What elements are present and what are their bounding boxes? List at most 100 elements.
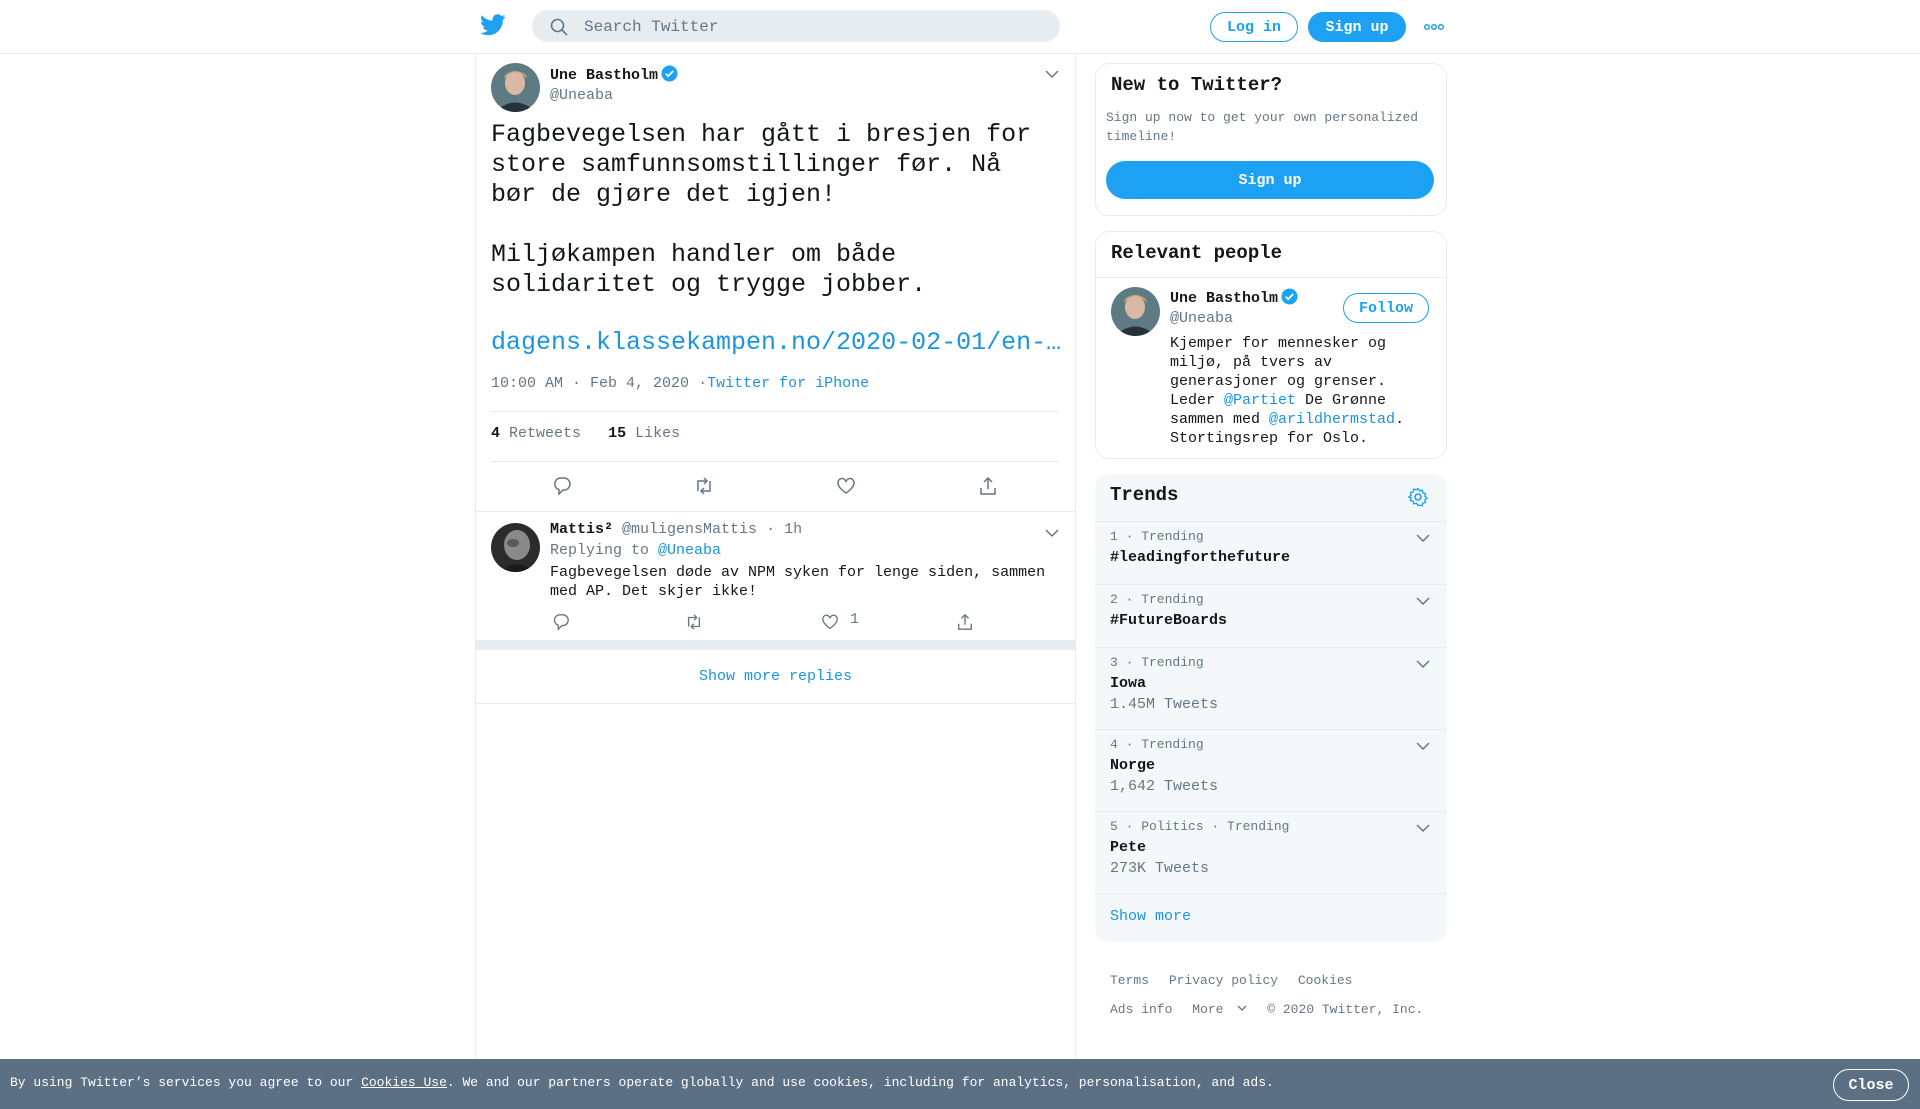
person-info: Une Bastholm @Uneaba bbox=[1170, 288, 1298, 327]
share-icon[interactable] bbox=[978, 476, 998, 496]
trend-tweet-count: 273K Tweets bbox=[1110, 860, 1210, 877]
trend-item[interactable]: 4 · Trending Norge 1,642 Tweets bbox=[1095, 729, 1447, 812]
trend-tweet-count: 1,642 Tweets bbox=[1110, 778, 1219, 795]
trend-context: 2 · Trending bbox=[1110, 592, 1204, 607]
divider bbox=[491, 461, 1059, 462]
tweet-text: Fagbevegelsen har gått i bresjen for sto… bbox=[491, 120, 1061, 300]
likes-stat[interactable]: 15 Likes bbox=[608, 425, 680, 442]
trend-item[interactable]: 1 · Trending #leadingforthefuture bbox=[1095, 521, 1447, 585]
avatar[interactable] bbox=[491, 523, 540, 572]
tweet-stats: 4 Retweets 15 Likes bbox=[491, 425, 680, 442]
reply-icon[interactable] bbox=[552, 476, 572, 496]
trend-show-more[interactable]: Show more bbox=[1095, 893, 1447, 943]
footer-privacy-link[interactable]: Privacy policy bbox=[1169, 973, 1278, 988]
trends-title: Trends bbox=[1110, 484, 1179, 506]
chevron-down-icon[interactable] bbox=[1416, 533, 1430, 543]
footer-more-link[interactable]: More bbox=[1192, 1002, 1247, 1017]
bio-mention[interactable]: @arildhermstad bbox=[1269, 411, 1395, 428]
author-handle[interactable]: @Uneaba bbox=[550, 87, 678, 104]
replying-to-handle[interactable]: @Uneaba bbox=[658, 542, 721, 559]
trend-name: #leadingforthefuture bbox=[1110, 549, 1291, 566]
avatar[interactable] bbox=[491, 63, 540, 112]
share-icon[interactable] bbox=[956, 613, 974, 631]
retweets-label: Retweets bbox=[509, 425, 582, 442]
likes-label: Likes bbox=[635, 425, 681, 442]
tweet-meta: 10:00 AM · Feb 4, 2020 ·Twitter for iPho… bbox=[491, 375, 869, 392]
trend-context: 4 · Trending bbox=[1110, 737, 1204, 752]
settings-gear-icon[interactable] bbox=[1408, 487, 1428, 507]
trend-item[interactable]: 3 · Trending Iowa 1.45M Tweets bbox=[1095, 647, 1447, 730]
show-more-replies-link[interactable]: Show more replies bbox=[476, 650, 1075, 704]
more-options-icon[interactable] bbox=[1424, 23, 1444, 31]
footer-ads-info-link[interactable]: Ads info bbox=[1110, 1002, 1172, 1017]
chevron-down-icon bbox=[1237, 1005, 1247, 1011]
new-to-twitter-title: New to Twitter? bbox=[1111, 74, 1283, 96]
chevron-down-icon[interactable] bbox=[1416, 659, 1430, 669]
trend-name: Iowa bbox=[1110, 675, 1147, 692]
trend-name: #FutureBoards bbox=[1110, 612, 1228, 629]
top-header: Log in Sign up bbox=[0, 0, 1920, 54]
footer-links-row1: Terms Privacy policy Cookies bbox=[1110, 973, 1364, 988]
trend-name: Norge bbox=[1110, 757, 1156, 774]
trend-context: 5 · Politics · Trending bbox=[1110, 819, 1290, 834]
cookie-text: By using Twitter’s services you agree to… bbox=[10, 1075, 1274, 1090]
reply-tweet[interactable]: Mattis² @muligensMattis · 1h Replying to… bbox=[476, 511, 1075, 644]
person-handle[interactable]: @Uneaba bbox=[1170, 310, 1298, 327]
new-to-twitter-card: New to Twitter? Sign up now to get your … bbox=[1095, 63, 1447, 216]
tweet-time[interactable]: 10:00 AM · Feb 4, 2020 bbox=[491, 375, 689, 392]
meta-separator: · bbox=[698, 375, 708, 392]
trend-context: 3 · Trending bbox=[1110, 655, 1204, 670]
like-icon[interactable] bbox=[836, 476, 856, 496]
section-separator bbox=[476, 640, 1075, 650]
sidebar-signup-button[interactable]: Sign up bbox=[1106, 161, 1434, 199]
retweet-icon[interactable] bbox=[694, 476, 714, 496]
divider bbox=[491, 411, 1059, 412]
chevron-down-icon[interactable] bbox=[1416, 596, 1430, 606]
bio-mention[interactable]: @Partiet bbox=[1224, 392, 1296, 409]
person-name[interactable]: Une Bastholm bbox=[1170, 290, 1278, 307]
chevron-down-icon[interactable] bbox=[1045, 528, 1059, 538]
verified-badge-icon bbox=[661, 65, 678, 82]
reply-author-handle[interactable]: @muligensMattis bbox=[622, 521, 757, 538]
reply-icon[interactable] bbox=[552, 613, 570, 631]
reply-like-count: 1 bbox=[850, 611, 860, 628]
trend-name: Pete bbox=[1110, 839, 1147, 856]
retweet-icon[interactable] bbox=[685, 613, 703, 631]
footer-cookies-link[interactable]: Cookies bbox=[1298, 973, 1353, 988]
likes-count: 15 bbox=[608, 425, 627, 442]
chevron-down-icon[interactable] bbox=[1416, 741, 1430, 751]
login-button[interactable]: Log in bbox=[1210, 12, 1298, 42]
trend-item[interactable]: 5 · Politics · Trending Pete 273K Tweets bbox=[1095, 811, 1447, 894]
search-input[interactable] bbox=[582, 16, 1046, 38]
cookies-use-link[interactable]: Cookies Use bbox=[361, 1075, 447, 1090]
new-to-twitter-text: Sign up now to get your own personalized… bbox=[1106, 110, 1419, 144]
footer-terms-link[interactable]: Terms bbox=[1110, 973, 1149, 988]
cookie-consent-bar: By using Twitter’s services you agree to… bbox=[0, 1059, 1920, 1109]
trend-item[interactable]: 2 · Trending #FutureBoards bbox=[1095, 584, 1447, 648]
person-bio: Kjemper for mennesker og miljø, på tvers… bbox=[1170, 334, 1420, 448]
signup-button[interactable]: Sign up bbox=[1308, 12, 1406, 42]
search-box[interactable] bbox=[532, 10, 1060, 42]
cookie-text-before: By using Twitter’s services you agree to… bbox=[10, 1075, 362, 1090]
trend-context: 1 · Trending bbox=[1110, 529, 1204, 544]
cookie-text-after: . We and our partners operate globally a… bbox=[446, 1075, 1274, 1090]
avatar[interactable] bbox=[1111, 287, 1160, 336]
reply-time[interactable]: · 1h bbox=[766, 521, 802, 538]
show-more-link[interactable]: Show more bbox=[1110, 908, 1191, 925]
author-name[interactable]: Une Bastholm bbox=[550, 67, 658, 84]
main-column: Une Bastholm @Uneaba Fagbevegelsen har g… bbox=[475, 53, 1076, 1059]
search-icon bbox=[550, 18, 568, 36]
chevron-down-icon[interactable] bbox=[1416, 823, 1430, 833]
close-button[interactable]: Close bbox=[1833, 1069, 1909, 1101]
chevron-down-icon[interactable] bbox=[1045, 69, 1059, 79]
like-icon[interactable] bbox=[821, 613, 839, 631]
reply-text: Fagbevegelsen døde av NPM syken for leng… bbox=[550, 564, 1046, 600]
tweet-source[interactable]: Twitter for iPhone bbox=[707, 375, 869, 392]
tweet-link[interactable]: dagens.klassekampen.no/2020-02-01/en-… bbox=[491, 328, 1061, 357]
footer-links-row2: Ads info More © 2020 Twitter, Inc. bbox=[1110, 1002, 1435, 1017]
reply-author-name[interactable]: Mattis² bbox=[550, 521, 613, 538]
twitter-bird-icon[interactable] bbox=[480, 14, 506, 36]
tweet-text-p2: Miljøkampen handler om både solidaritet … bbox=[491, 240, 927, 299]
retweets-stat[interactable]: 4 Retweets bbox=[491, 425, 581, 442]
follow-button[interactable]: Follow bbox=[1343, 293, 1429, 323]
